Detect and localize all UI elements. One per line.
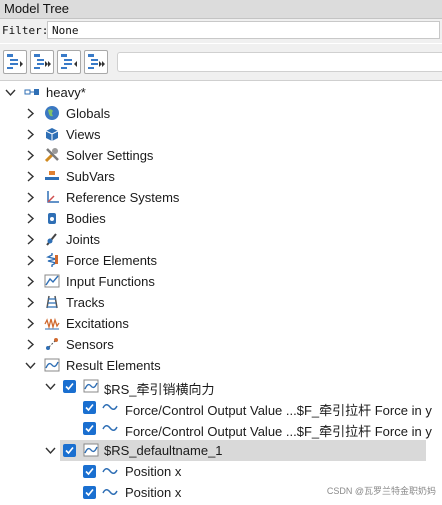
result-item-checkbox[interactable] [83,401,96,414]
tree-item-label: Excitations [66,316,129,331]
tree-item-label: Sensors [66,337,114,352]
tree-item-input-functions[interactable]: Input Functions [0,271,442,292]
tree-item-label: Input Functions [66,274,155,289]
tree-item-label: Force Elements [66,253,158,268]
chevron-right-icon[interactable] [25,129,36,140]
watermark: CSDN @瓦罗兰特金职奶妈 [326,486,436,496]
tree-item-label: Tracks [66,295,105,310]
tree-item-label: Solver Settings [66,148,154,163]
chevron-right-icon[interactable] [25,318,36,329]
tree-item-sensors[interactable]: Sensors [0,334,442,355]
tree-item-excitations[interactable]: Excitations [0,313,442,334]
panel-title: Model Tree [4,1,70,16]
result-icon [44,358,60,372]
chevron-right-icon[interactable] [25,192,36,203]
tree-item-force-elements[interactable]: Force Elements [0,250,442,271]
result-item-checkbox[interactable] [83,465,96,478]
globe-icon [45,106,59,120]
result-set-row[interactable]: $RS_牵引销横向力 [0,376,442,397]
chevron-right-icon[interactable] [25,213,36,224]
tree-item-subvars[interactable]: SubVars [0,166,442,187]
result-item-row[interactable]: Force/Control Output Value ...$F_牵引拉杆 Fo… [0,397,442,418]
chevron-right-icon[interactable] [25,234,36,245]
track-icon [46,295,58,309]
result-item-row[interactable]: Force/Control Output Value ...$F_牵引拉杆 Fo… [0,418,442,439]
tree-item-label: SubVars [66,169,115,184]
result-set-checkbox[interactable] [63,444,76,457]
result-item-checkbox[interactable] [83,486,96,499]
chevron-right-icon[interactable] [25,276,36,287]
result-set-row[interactable]: $RS_defaultname_1 [0,440,442,461]
tree-item-label: Reference Systems [66,190,180,205]
expand-all-button[interactable] [84,50,108,74]
expand-all-icon [88,54,105,69]
collapse-all-icon [34,54,51,69]
result-item-label: Force/Control Output Value ...$F_牵引拉杆 Fo… [125,424,432,439]
result-item-label: Position x [125,464,182,479]
tree-item-label: Joints [66,232,100,247]
axes-icon [47,191,59,203]
collapse-all-button[interactable] [30,50,54,74]
result-item-checkbox[interactable] [83,422,96,435]
tree-item-joints[interactable]: Joints [0,229,442,250]
chevron-right-icon[interactable] [25,108,36,119]
expand-button[interactable] [57,50,81,74]
chevron-down-icon[interactable] [25,360,36,371]
cube-icon [45,128,59,141]
result-item-label: Force/Control Output Value ...$F_牵引拉杆 Fo… [125,403,432,418]
tree-item-result-elements[interactable]: Result Elements [0,355,442,376]
joint-icon [46,233,57,246]
wave-icon [44,317,60,330]
tree-item-views[interactable]: Views [0,124,442,145]
tree-item-label: Bodies [66,211,106,226]
chevron-down-icon[interactable] [5,87,16,98]
result-item-label: Position x [125,485,182,500]
result-set-label: $RS_defaultname_1 [104,443,223,458]
result-set-icon [83,443,99,457]
subvars-icon [45,171,59,180]
bodies-icon [48,213,56,224]
signal-curve-icon [102,404,118,410]
filter-value: None [52,24,79,37]
toolbar-search-field[interactable] [117,52,442,72]
tree-toolbar [0,44,442,81]
chevron-right-icon[interactable] [25,339,36,350]
expand-icon [61,54,77,69]
tree-root-label: heavy* [46,85,86,100]
chevron-right-icon[interactable] [25,255,36,266]
tree-item-reference-systems[interactable]: Reference Systems [0,187,442,208]
filter-input[interactable]: None [47,21,440,39]
wrench-icon [44,148,59,163]
chevron-down-icon[interactable] [45,381,56,392]
collapse-button[interactable] [3,50,27,74]
result-set-checkbox[interactable] [63,380,76,393]
signal-curve-icon [102,425,118,431]
model-icon [24,89,39,95]
spring-icon [45,253,59,267]
tree-item-globals[interactable]: Globals [0,103,442,124]
chevron-right-icon[interactable] [25,150,36,161]
tree-item-label: Result Elements [66,358,161,373]
filter-row: Filter: None [0,19,442,43]
chevron-right-icon[interactable] [25,171,36,182]
chevron-down-icon[interactable] [45,445,56,456]
tree-item-solver-settings[interactable]: Solver Settings [0,145,442,166]
signal-curve-icon [102,489,118,495]
filter-label: Filter: [2,24,49,37]
tree-item-label: Views [66,127,101,142]
result-set-icon [83,379,99,393]
tree-item-tracks[interactable]: Tracks [0,292,442,313]
function-icon [44,274,60,288]
chevron-right-icon[interactable] [25,297,36,308]
result-set-label: $RS_牵引销横向力 [104,382,215,397]
sensor-icon [46,338,58,350]
tree-item-label: Globals [66,106,111,121]
tree-root[interactable]: heavy* [0,82,442,103]
result-item-row[interactable]: Position x [0,461,442,482]
collapse-icon [7,54,23,69]
tree-item-bodies[interactable]: Bodies [0,208,442,229]
signal-curve-icon [102,468,118,474]
panel-title-bar: Model Tree [0,0,442,19]
